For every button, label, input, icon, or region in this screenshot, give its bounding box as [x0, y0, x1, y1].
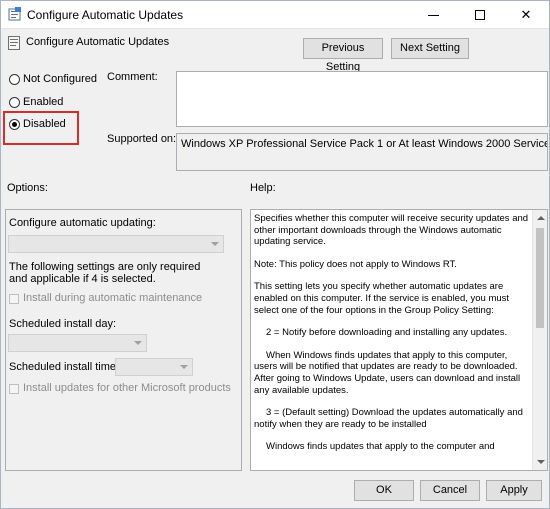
close-button[interactable]: ✕ — [503, 1, 549, 29]
help-paragraph: This setting lets you specify whether au… — [254, 281, 510, 316]
help-paragraph: Specifies whether this computer will rec… — [254, 213, 529, 248]
scroll-thumb[interactable] — [536, 228, 544, 328]
install-time-dropdown[interactable] — [115, 358, 193, 376]
options-label: Options: — [7, 182, 48, 194]
install-time-label: Scheduled install time: — [9, 361, 120, 373]
dialog-window: Configure Automatic Updates ✕ Configure … — [0, 0, 550, 509]
title-bar: Configure Automatic Updates ✕ — [1, 1, 549, 29]
help-paragraph: Windows finds updates that apply to the … — [266, 441, 495, 453]
help-paragraph: 2 = Notify before downloading and instal… — [266, 327, 508, 339]
close-icon: ✕ — [520, 7, 532, 22]
configure-updating-dropdown[interactable] — [8, 235, 224, 253]
ok-button[interactable]: OK — [354, 480, 414, 501]
radio-label: Not Configured — [23, 73, 97, 85]
setting-title: Configure Automatic Updates — [26, 36, 170, 48]
chevron-down-icon — [211, 242, 219, 246]
minimize-button[interactable] — [411, 1, 457, 29]
options-panel: Configure automatic updating: The follow… — [5, 209, 242, 471]
help-panel[interactable]: Specifies whether this computer will rec… — [250, 209, 548, 471]
comment-label: Comment: — [107, 71, 158, 83]
supported-on-field: Windows XP Professional Service Pack 1 o… — [176, 133, 548, 171]
checkbox-label: Install updates for other Microsoft prod… — [23, 382, 231, 394]
checkbox-box[interactable] — [9, 384, 19, 394]
scroll-down-icon[interactable] — [537, 460, 545, 464]
supported-on-label: Supported on: — [107, 133, 177, 145]
maximize-button[interactable] — [457, 1, 503, 29]
next-setting-button[interactable]: Next Setting — [391, 38, 469, 59]
previous-setting-button[interactable]: Previous Setting — [303, 38, 383, 73]
install-day-label: Scheduled install day: — [9, 318, 117, 330]
install-day-dropdown[interactable] — [8, 334, 147, 352]
maximize-icon — [475, 10, 485, 20]
help-paragraph: Note: This policy does not apply to Wind… — [254, 258, 457, 270]
radio-label: Enabled — [23, 96, 64, 108]
chevron-down-icon — [134, 341, 142, 345]
highlight-annotation — [3, 111, 79, 145]
scroll-up-icon[interactable] — [537, 216, 545, 220]
options-note: The following settings are only required… — [9, 261, 201, 285]
configure-updating-label: Configure automatic updating: — [9, 217, 156, 229]
checkbox-label: Install during automatic maintenance — [23, 292, 203, 304]
apply-button[interactable]: Apply — [486, 480, 542, 501]
help-text: Specifies whether this computer will rec… — [254, 213, 532, 464]
minimize-icon — [428, 15, 439, 16]
window-title: Configure Automatic Updates — [27, 8, 184, 22]
help-label: Help: — [250, 182, 276, 194]
setting-document-icon — [8, 36, 20, 50]
checkbox-box[interactable] — [9, 294, 19, 304]
comment-textarea[interactable] — [176, 71, 548, 127]
chevron-down-icon — [180, 365, 188, 369]
help-scrollbar[interactable] — [532, 210, 547, 470]
radio-circle[interactable] — [9, 97, 20, 108]
help-paragraph: When Windows finds updates that apply to… — [254, 349, 521, 396]
help-paragraph: 3 = (Default setting) Download the updat… — [254, 407, 523, 430]
radio-circle[interactable] — [9, 74, 20, 85]
policy-icon — [8, 7, 21, 21]
cancel-button[interactable]: Cancel — [420, 480, 480, 501]
